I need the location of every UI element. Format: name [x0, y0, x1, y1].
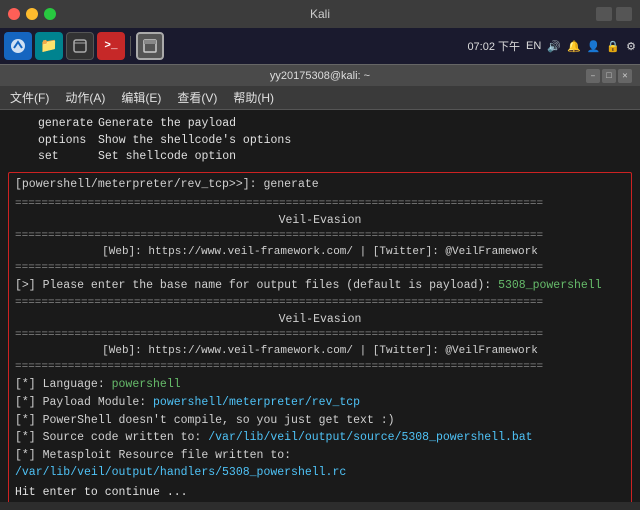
minimize-button[interactable]	[26, 8, 38, 20]
menu-actions[interactable]: 动作(A)	[65, 89, 105, 106]
status-metasploit-path: /var/lib/veil/output/handlers/5308_power…	[15, 466, 346, 479]
menu-view[interactable]: 查看(V)	[177, 89, 217, 106]
output-box: [powershell/meterpreter/rev_tcp>>]: gene…	[8, 172, 632, 502]
cmd-row-options: options Show the shellcode's options	[8, 133, 632, 150]
terminal-body: generate Generate the payload options Sh…	[0, 110, 640, 502]
menu-edit[interactable]: 编辑(E)	[121, 89, 161, 106]
cmd-desc-set: Set shellcode option	[98, 149, 236, 166]
status-language-value: powershell	[112, 378, 181, 391]
link-line-1: [Web]: https://www.veil-framework.com/ |…	[15, 245, 625, 261]
taskbar: 📁 >_ 07:02 下午 EN 🔊 🔔 👤 🔒 ⚙	[0, 28, 640, 64]
cmd-desc-options: Show the shellcode's options	[98, 133, 291, 150]
window-titlebar: yy20175308@kali: ~ – □ ✕	[0, 64, 640, 86]
maximize-button[interactable]	[44, 8, 56, 20]
status-compile: [*] PowerShell doesn't compile, so you j…	[15, 413, 625, 430]
basename-prompt-text: [>] Please enter the base name for outpu…	[15, 279, 498, 292]
link-line-2: [Web]: https://www.veil-framework.com/ |…	[15, 344, 625, 360]
window-title: yy20175308@kali: ~	[270, 70, 370, 82]
status-payload-value: powershell/meterpreter/rev_tcp	[153, 396, 360, 409]
macos-icon-2	[616, 7, 632, 21]
taskbar-time: 07:02 下午	[467, 38, 520, 54]
status-metasploit-prefix: [*] Metasploit Resource file written to:	[15, 449, 291, 462]
dashes-3: ========================================…	[15, 261, 625, 277]
macos-window-icons	[596, 7, 632, 21]
status-language-prefix: [*] Language:	[15, 378, 112, 391]
taskbar-locale: EN	[526, 40, 541, 52]
dashes-2: ========================================…	[15, 229, 625, 245]
dashes-5: ========================================…	[15, 328, 625, 344]
cmd-desc-generate: Generate the payload	[98, 116, 236, 133]
status-source: [*] Source code written to: /var/lib/vei…	[15, 430, 625, 447]
cmd-row-set: set Set shellcode option	[8, 149, 632, 166]
lock-icon[interactable]: 🔒	[606, 40, 620, 53]
dashes-1: ========================================…	[15, 197, 625, 213]
hit-enter-line: Hit enter to continue ...	[15, 485, 625, 502]
power-icon[interactable]: ⚙	[626, 40, 636, 53]
cmd-name-options: options	[8, 133, 98, 150]
prompt-line: [powershell/meterpreter/rev_tcp>>]: gene…	[15, 177, 625, 194]
taskbar-active-window[interactable]	[136, 32, 164, 60]
status-source-prefix: [*] Source code written to:	[15, 431, 208, 444]
macos-icon-1	[596, 7, 612, 21]
help-commands-table: generate Generate the payload options Sh…	[8, 116, 632, 166]
veil-title-2: Veil-Evasion	[15, 312, 625, 329]
basename-value: 5308_powershell	[498, 279, 602, 292]
cmd-name-set: set	[8, 149, 98, 166]
bell-icon[interactable]: 🔔	[567, 40, 581, 53]
status-language: [*] Language: powershell	[15, 377, 625, 394]
basename-prompt: [>] Please enter the base name for outpu…	[15, 278, 625, 295]
status-payload-prefix: [*] Payload Module:	[15, 396, 153, 409]
window-close-btn[interactable]: ✕	[618, 69, 632, 83]
menubar: 文件(F) 动作(A) 编辑(E) 查看(V) 帮助(H)	[0, 86, 640, 110]
window-controls[interactable]: – □ ✕	[586, 69, 632, 83]
taskbar-separator	[130, 36, 131, 56]
taskbar-browser-icon[interactable]	[66, 32, 94, 60]
macos-titlebar: Kali	[0, 0, 640, 28]
taskbar-terminal-icon[interactable]: >_	[97, 32, 125, 60]
veil-title-1: Veil-Evasion	[15, 213, 625, 230]
taskbar-kali-icon[interactable]	[4, 32, 32, 60]
taskbar-files-icon[interactable]: 📁	[35, 32, 63, 60]
menu-help[interactable]: 帮助(H)	[233, 89, 274, 106]
user-icon[interactable]: 👤	[587, 40, 601, 53]
close-button[interactable]	[8, 8, 20, 20]
status-compile-text: [*] PowerShell doesn't compile, so you j…	[15, 414, 395, 427]
taskbar-right-area: 07:02 下午 EN 🔊 🔔 👤 🔒 ⚙	[467, 38, 636, 54]
status-metasploit: [*] Metasploit Resource file written to:…	[15, 448, 625, 481]
window-minimize-btn[interactable]: –	[586, 69, 600, 83]
status-payload: [*] Payload Module: powershell/meterpret…	[15, 395, 625, 412]
window-restore-btn[interactable]: □	[602, 69, 616, 83]
volume-icon[interactable]: 🔊	[547, 40, 561, 53]
prompt-text: [powershell/meterpreter/rev_tcp>>]: gene…	[15, 178, 319, 191]
cmd-row-generate: generate Generate the payload	[8, 116, 632, 133]
cmd-name-generate: generate	[8, 116, 98, 133]
dashes-6: ========================================…	[15, 360, 625, 376]
dashes-4: ========================================…	[15, 296, 625, 312]
menu-file[interactable]: 文件(F)	[10, 89, 49, 106]
macos-title: Kali	[310, 7, 330, 21]
status-source-path: /var/lib/veil/output/source/5308_powersh…	[208, 431, 532, 444]
